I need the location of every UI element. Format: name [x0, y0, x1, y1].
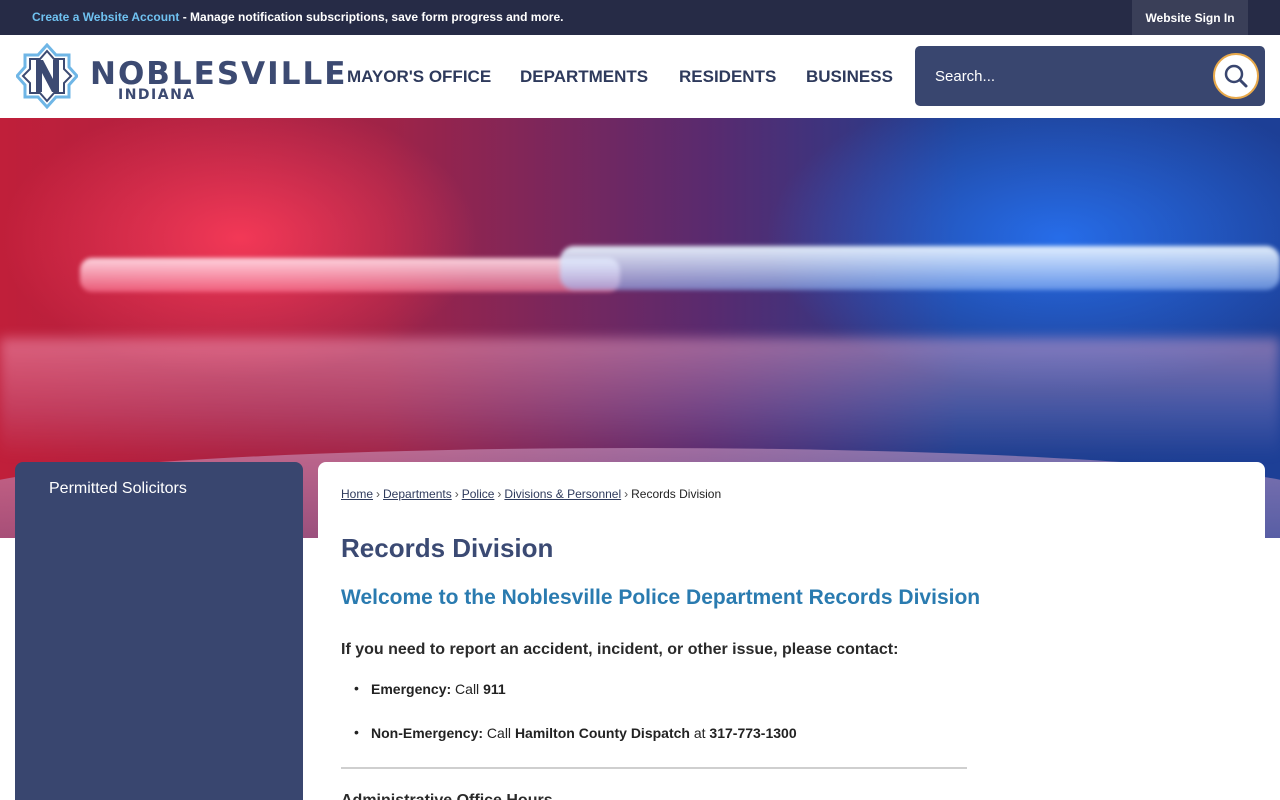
sign-in-button[interactable]: Website Sign In	[1132, 0, 1248, 35]
breadcrumb: Home › Departments › Police › Divisions & Pers…	[341, 487, 721, 501]
contact-text: Call	[451, 681, 484, 697]
nav-departments[interactable]: DEPARTMENTS	[520, 35, 648, 118]
top-bar: Create a Website Account - Manage notifi…	[0, 0, 1280, 35]
contact-list: Emergency: Call 911 Non-Emergency: Call …	[354, 680, 797, 743]
section-divider	[341, 767, 967, 769]
breadcrumb-separator: ›	[497, 487, 502, 501]
site-header: NOBLESVILLE INDIANA MAYOR'S OFFICE DEPAR…	[0, 35, 1280, 118]
sidebar-item-permitted-solicitors[interactable]: Permitted Solicitors	[49, 480, 187, 498]
logo-star-icon	[16, 43, 78, 109]
welcome-heading: Welcome to the Noblesville Police Depart…	[341, 586, 981, 609]
list-item-non-emergency: Non-Emergency: Call Hamilton County Disp…	[354, 724, 797, 743]
contact-text: at	[689, 725, 710, 741]
nav-residents[interactable]: RESIDENTS	[679, 35, 776, 118]
logo-subtitle: INDIANA	[118, 87, 196, 103]
contact-value: Hamilton County Dispatch	[514, 725, 690, 741]
nav-mayors-office[interactable]: MAYOR'S OFFICE	[347, 35, 491, 118]
contact-text: Call	[483, 725, 515, 741]
breadcrumb-separator: ›	[376, 487, 381, 501]
breadcrumb-current: Records Division	[631, 487, 722, 501]
breadcrumb-separator: ›	[624, 487, 629, 501]
contact-value: 911	[483, 681, 506, 697]
account-message: Create a Website Account - Manage notifi…	[32, 10, 563, 24]
breadcrumb-separator: ›	[454, 487, 459, 501]
search-input[interactable]	[927, 56, 1207, 96]
contact-phone: 317-773-1300	[709, 725, 797, 741]
create-account-link[interactable]: Create a Website Account	[32, 10, 179, 24]
account-message-text: - Manage notification subscriptions, sav…	[179, 10, 564, 24]
nav-business[interactable]: BUSINESS	[806, 35, 893, 118]
logo-title: NOBLESVILLE	[90, 56, 348, 92]
breadcrumb-departments[interactable]: Departments	[383, 487, 452, 501]
page-title: Records Division	[341, 533, 554, 563]
search-button[interactable]	[1213, 53, 1259, 99]
contact-label: Emergency:	[371, 681, 452, 697]
main-content: Home › Departments › Police › Divisions & Pers…	[318, 462, 1265, 800]
hero-light-bar-red	[80, 258, 620, 292]
search-box	[915, 46, 1265, 106]
contact-label: Non-Emergency:	[371, 725, 484, 741]
hero-light-bar-blue	[560, 246, 1280, 290]
site-logo[interactable]: NOBLESVILLE INDIANA	[16, 43, 345, 109]
contact-intro: If you need to report an accident, incid…	[341, 641, 899, 658]
search-icon	[1224, 64, 1248, 88]
hero-glow	[0, 338, 1280, 458]
breadcrumb-divisions-personnel[interactable]: Divisions & Personnel	[504, 487, 621, 501]
office-hours-heading: Administrative Office Hours	[341, 792, 553, 800]
breadcrumb-home[interactable]: Home	[341, 487, 373, 501]
sidebar: Permitted Solicitors	[15, 462, 303, 800]
list-item-emergency: Emergency: Call 911	[354, 680, 797, 699]
breadcrumb-police[interactable]: Police	[462, 487, 495, 501]
